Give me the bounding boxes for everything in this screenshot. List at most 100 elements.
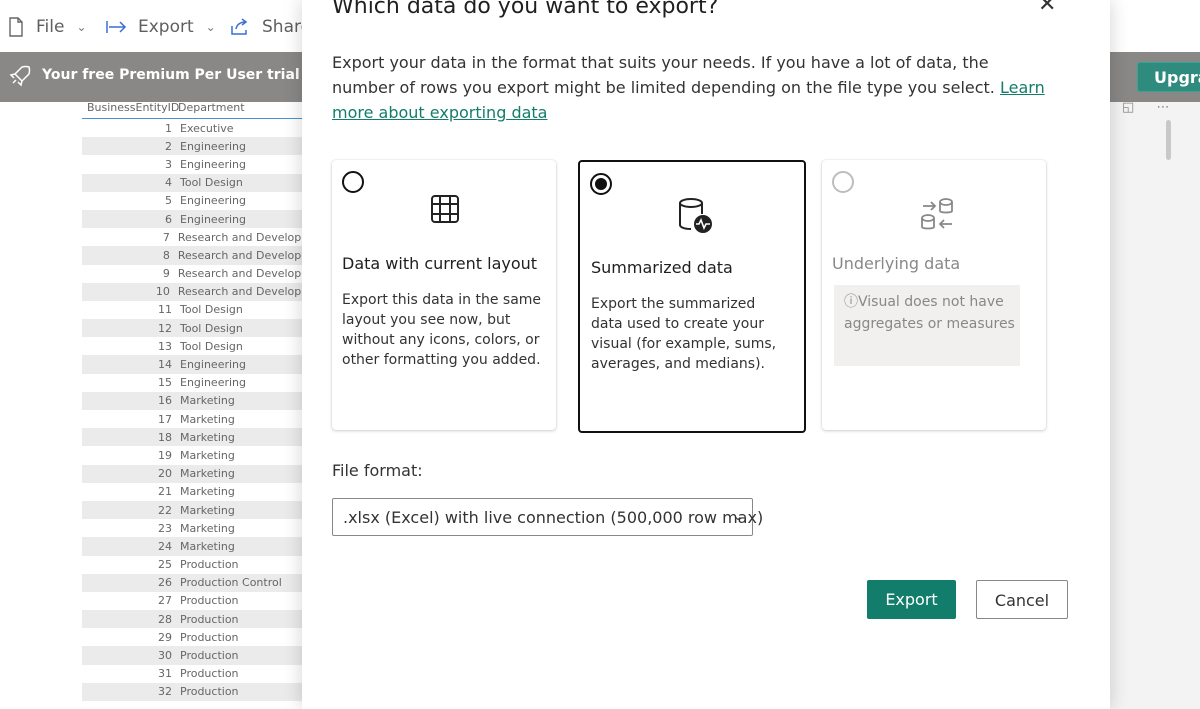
upgrade-button[interactable]: Upgra [1137, 62, 1200, 92]
table-row[interactable]: 22 Marketing [82, 500, 312, 520]
cell-department: Engineering [180, 157, 246, 171]
cell-entity-id: 20 [158, 467, 172, 481]
cell-department: Marketing [180, 503, 235, 517]
focus-mode-icon[interactable]: ◱ [1122, 100, 1134, 115]
cancel-button[interactable]: Cancel [976, 580, 1068, 619]
cell-entity-id: 31 [158, 667, 172, 681]
option-current-layout[interactable]: Data with current layout Export this dat… [332, 160, 556, 430]
column-header[interactable]: Department [178, 101, 245, 114]
radio-button-checked[interactable] [590, 173, 612, 195]
table-row[interactable]: 18 Marketing [82, 428, 312, 447]
right-panel [1110, 102, 1200, 709]
cell-entity-id: 25 [158, 558, 172, 572]
table-row[interactable]: 14 Engineering [82, 355, 312, 374]
table-row[interactable]: 15 Engineering [82, 374, 312, 392]
table-row[interactable]: 9 Research and Developm [82, 265, 312, 283]
cell-department: Marketing [180, 412, 235, 426]
file-format-label: File format: [332, 461, 423, 480]
cell-department: Engineering [180, 194, 246, 208]
chevron-down-icon: ⌄ [205, 20, 216, 34]
cell-entity-id: 23 [158, 521, 172, 535]
table-row[interactable]: 5 Engineering [82, 192, 312, 210]
export-menu-label: Export [138, 17, 194, 37]
dialog-title: Which data do you want to export? [332, 0, 719, 19]
cell-entity-id: 19 [158, 448, 172, 462]
cell-entity-id: 30 [158, 649, 172, 663]
close-icon[interactable]: ✕ [1038, 0, 1056, 17]
table-icon [430, 194, 460, 228]
rocket-icon [8, 64, 32, 92]
cell-department: Marketing [180, 430, 235, 444]
file-format-dropdown[interactable]: .xlsx (Excel) with live connection (500,… [332, 498, 763, 536]
column-header[interactable]: BusinessEntityID [82, 101, 179, 114]
cell-entity-id: 8 [162, 248, 170, 262]
cell-entity-id: 10 [155, 285, 170, 299]
cell-entity-id: 12 [158, 321, 172, 335]
table-row[interactable]: 21 Marketing [82, 483, 312, 501]
cell-department: Production [180, 594, 239, 608]
cell-entity-id: 22 [158, 503, 172, 517]
share-icon [231, 18, 248, 35]
file-format-value: .xlsx (Excel) with live connection (500,… [343, 508, 764, 527]
table-row[interactable]: 8 Research and Developm [82, 246, 312, 265]
table-body: 1 Executive 2 Engineering 3 Engineering 4 Tool … [82, 119, 312, 701]
cell-entity-id: 15 [158, 376, 172, 390]
table-row[interactable]: 16 Marketing [82, 391, 312, 410]
table-row[interactable]: 27 Production [82, 592, 312, 610]
table-row[interactable]: 13 Tool Design [82, 337, 312, 355]
table-row[interactable]: 19 Marketing [82, 446, 312, 464]
cell-department: Tool Design [180, 303, 243, 317]
table-row[interactable]: 11 Tool Design [82, 301, 312, 319]
scrollbar-thumb[interactable] [1166, 120, 1171, 160]
info-icon: ⓘ [844, 294, 858, 310]
cell-department: Marketing [180, 467, 235, 481]
banner-text: Your free Premium Per User trial will e [42, 67, 347, 83]
table-row[interactable]: 28 Production [82, 610, 312, 629]
table-row[interactable]: 25 Production [82, 556, 312, 574]
cell-department: Research and Developm [177, 248, 312, 262]
table-row[interactable]: 7 Research and Developm [82, 228, 312, 246]
cell-entity-id: 9 [162, 267, 170, 281]
cell-department: Production [180, 630, 239, 644]
table-row[interactable]: 20 Marketing [82, 464, 312, 483]
table-row[interactable]: 6 Engineering [82, 209, 312, 229]
option-underlying-data: Underlying data ⓘVisual does not have ag… [822, 160, 1046, 430]
table-row[interactable]: 32 Production [82, 682, 312, 701]
table-row[interactable]: 31 Production [82, 665, 312, 683]
table-row[interactable]: 1 Executive [82, 119, 312, 137]
share-menu[interactable]: Share [230, 14, 311, 40]
cell-department: Research and Developm [177, 230, 312, 244]
table-row[interactable]: 12 Tool Design [82, 319, 312, 338]
cell-department: Engineering [180, 212, 246, 226]
cell-department: Research and Developm [177, 267, 312, 281]
table-row[interactable]: 29 Production [82, 628, 312, 646]
data-transfer-icon [918, 194, 958, 238]
table-row[interactable]: 23 Marketing [82, 519, 312, 537]
table-row[interactable]: 24 Marketing [82, 537, 312, 556]
cell-department: Engineering [180, 376, 246, 390]
file-menu[interactable]: File ⌄ [8, 14, 87, 40]
more-options-icon[interactable]: ⋯ [1156, 100, 1169, 115]
export-button[interactable]: Export [867, 580, 956, 619]
cell-department: Production [180, 667, 239, 681]
export-dialog: Which data do you want to export? ✕ Expo… [302, 0, 1110, 709]
cell-department: Production [180, 612, 239, 626]
cell-entity-id: 21 [158, 485, 172, 499]
table-row[interactable]: 17 Marketing [82, 410, 312, 428]
table-row[interactable]: 26 Production Control [82, 573, 312, 592]
radio-button[interactable] [342, 171, 364, 193]
cell-entity-id: 24 [158, 539, 172, 553]
table-row[interactable]: 30 Production [82, 646, 312, 665]
option-summarized-data[interactable]: Summarized data Export the summarized da… [578, 160, 806, 433]
table-row[interactable]: 3 Engineering [82, 155, 312, 173]
cell-entity-id: 6 [165, 212, 172, 226]
table-row[interactable]: 4 Tool Design [82, 173, 312, 192]
cell-department: Engineering [180, 139, 246, 153]
option-title: Data with current layout [342, 254, 538, 273]
cell-department: Marketing [180, 448, 235, 462]
cell-department: Marketing [180, 485, 235, 499]
cell-department: Research and Developm [177, 285, 312, 299]
table-row[interactable]: 10 Research and Developm [82, 282, 312, 301]
export-menu[interactable]: Export ⌄ [106, 14, 216, 40]
table-row[interactable]: 2 Engineering [82, 137, 312, 156]
